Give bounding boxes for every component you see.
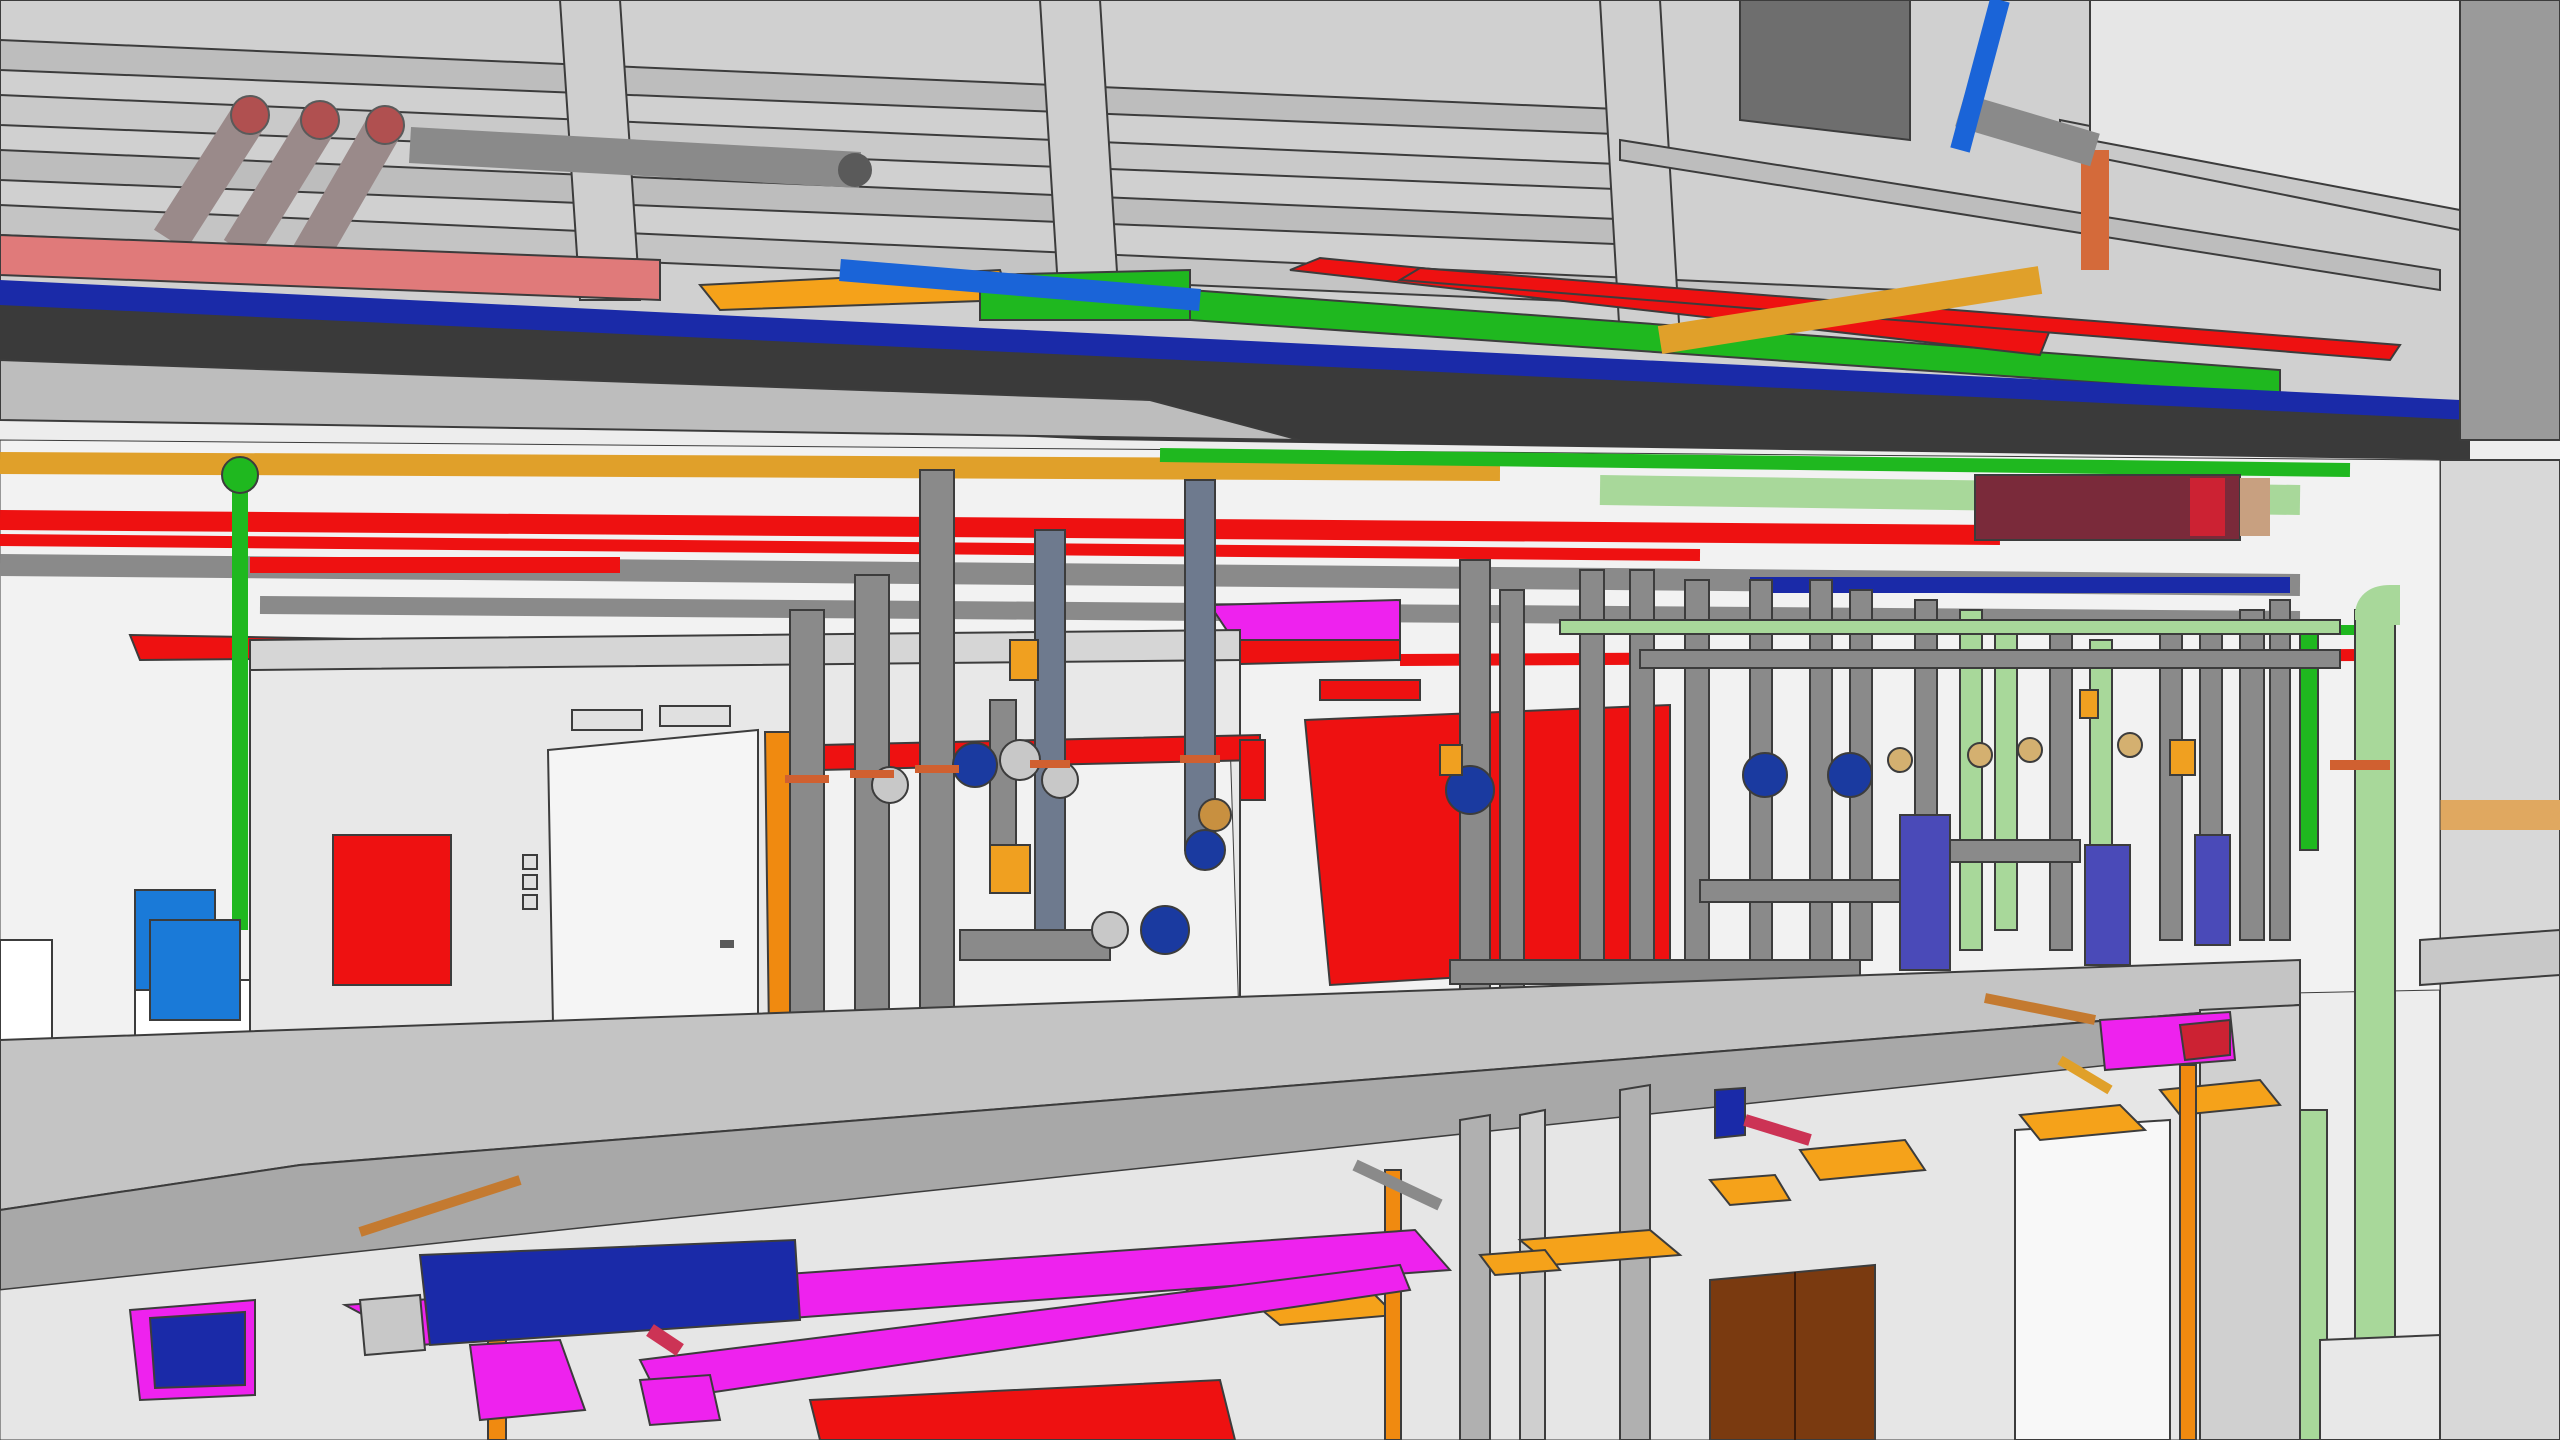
red-panel-enclosure[interactable]: [332, 834, 452, 986]
red-duct-stub[interactable]: [1319, 679, 1421, 701]
vent-grille-1: [571, 709, 643, 731]
wall-switches[interactable]: [522, 854, 538, 910]
green-riser-clamp: [2330, 760, 2390, 770]
lower-right-cabinet: [2319, 1333, 2441, 1440]
mep-model-scene[interactable]: [0, 0, 2560, 1440]
green-riser-elbow: [2355, 585, 2400, 626]
green-riser-cap: [221, 456, 259, 494]
blue-tank-2[interactable]: [149, 919, 241, 1021]
right-shelf: [2440, 800, 2560, 830]
bim-3d-viewport[interactable]: [0, 0, 2560, 1440]
green-insulated-riser[interactable]: [2354, 609, 2396, 1440]
lower-brown-door[interactable]: [1709, 1263, 1876, 1440]
vent-grille-2: [659, 705, 731, 727]
right-ledge: [2419, 928, 2560, 987]
ventilation-filter: [2240, 478, 2270, 536]
right-column-upper: [2459, 0, 2560, 441]
lower-white-door[interactable]: [2014, 1118, 2171, 1440]
red-valve-box[interactable]: [1239, 739, 1266, 801]
ventilation-unit-panel: [2190, 478, 2225, 536]
door-handle[interactable]: [720, 940, 734, 948]
ahu-casing-dark[interactable]: [1739, 0, 1911, 142]
